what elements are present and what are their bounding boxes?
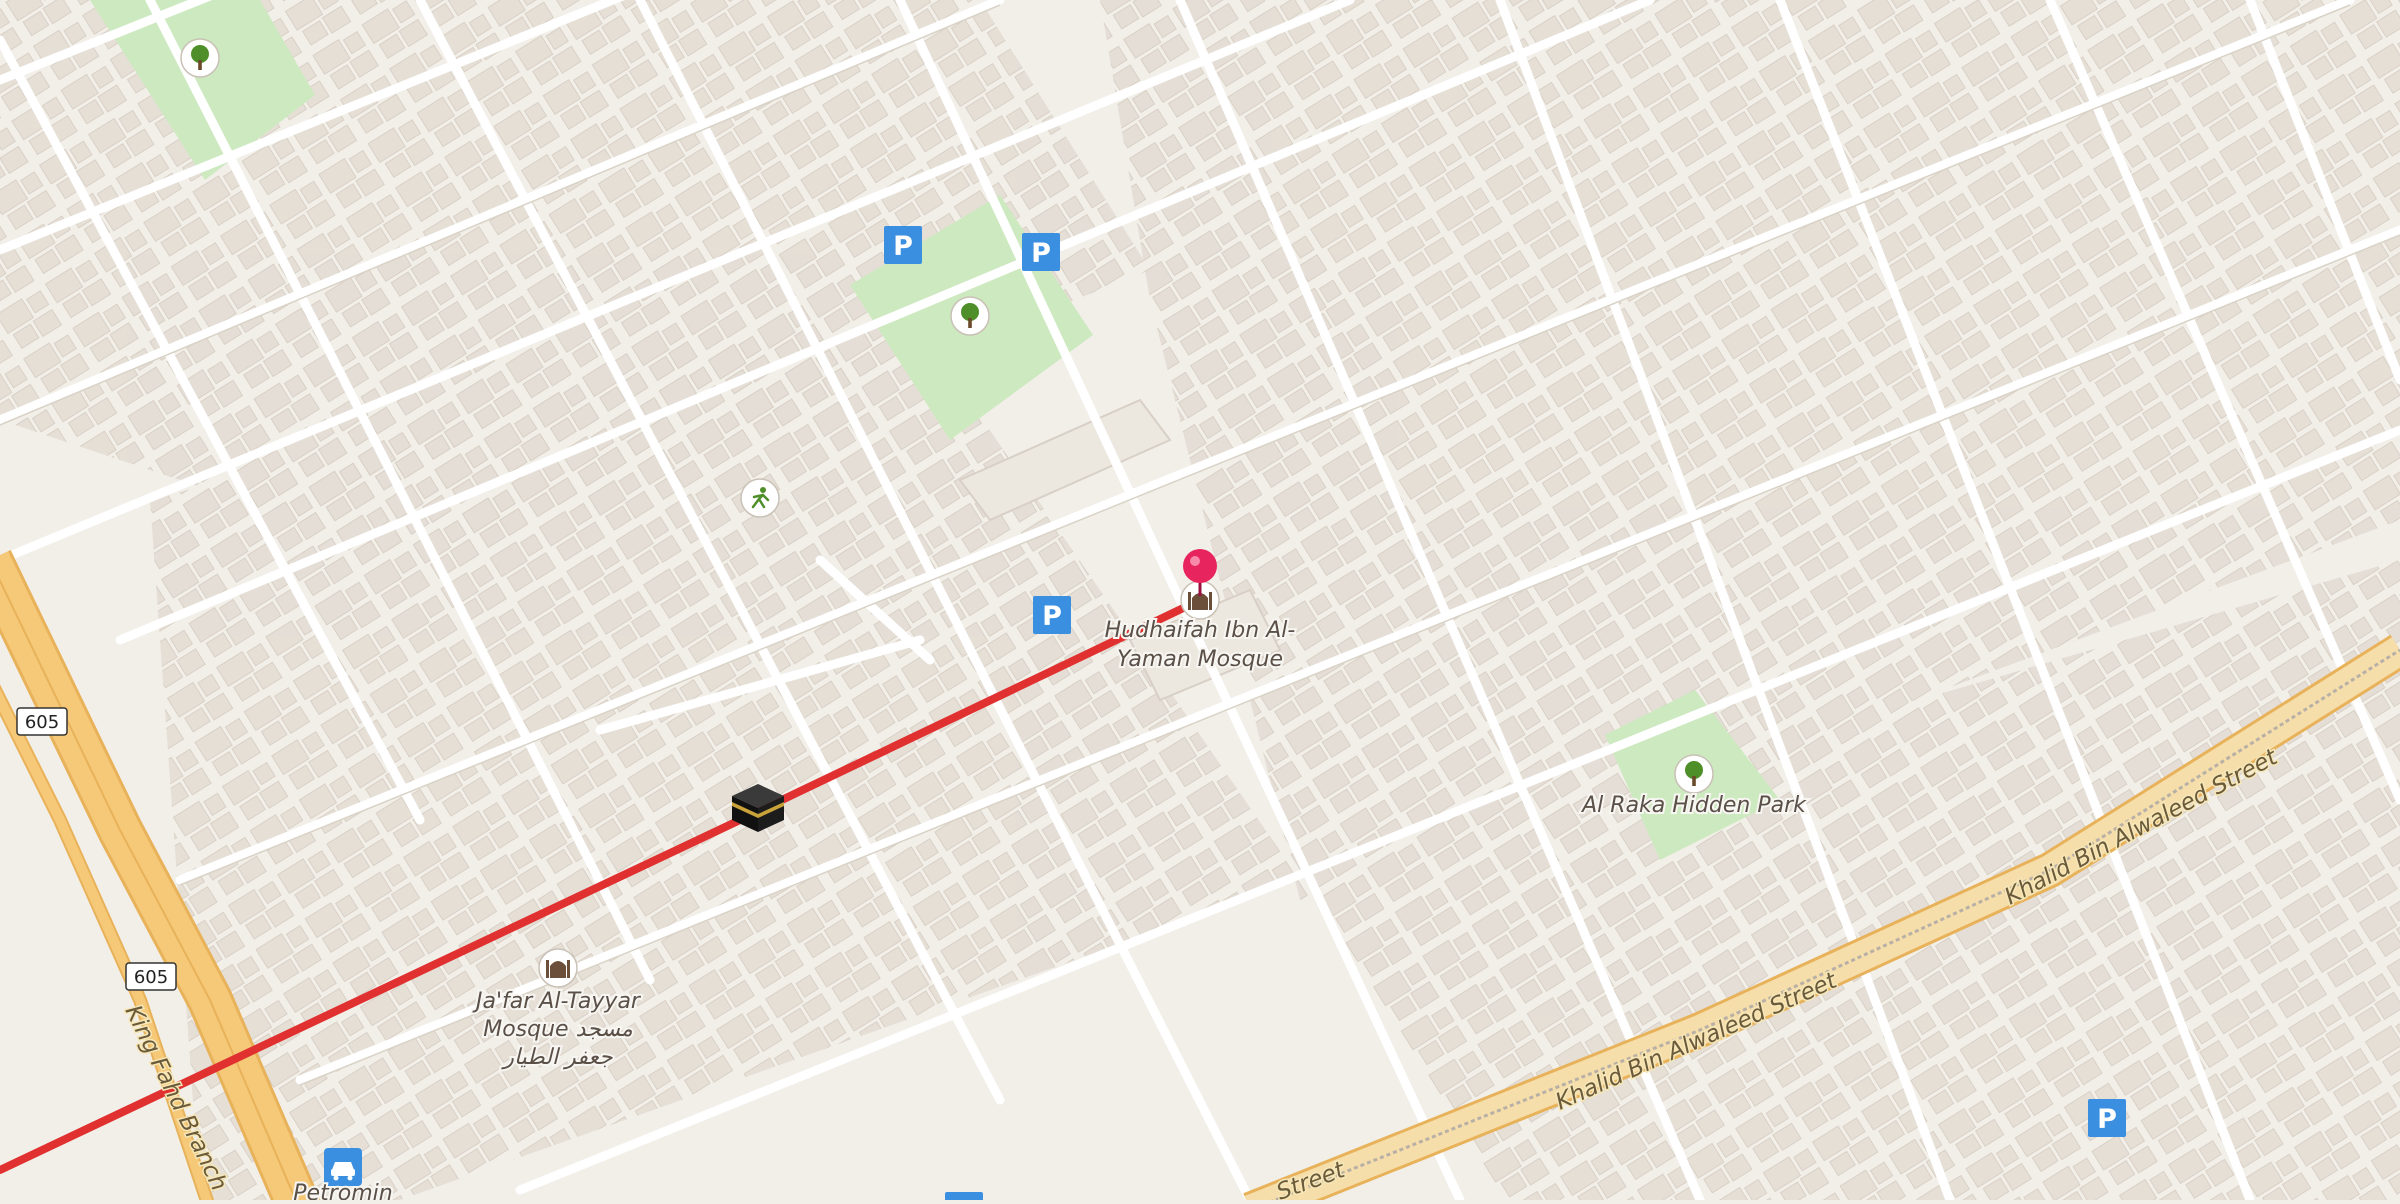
route-shield-605-bottom: 605 bbox=[125, 962, 177, 991]
tree-icon[interactable] bbox=[1674, 754, 1714, 794]
tree-icon[interactable] bbox=[950, 296, 990, 336]
mosque-icon[interactable] bbox=[538, 948, 578, 988]
mosque-second-label-line1: Ja'far Al-Tayyar bbox=[472, 989, 642, 1014]
parking-icon[interactable]: P bbox=[2088, 1099, 2126, 1137]
map-view[interactable]: King Fahd Branch Khalid Bin Alwaleed Str… bbox=[0, 0, 2400, 1204]
parking-icon-partial[interactable] bbox=[945, 1192, 983, 1204]
park-label: Al Raka Hidden Park bbox=[1580, 793, 1807, 818]
running-icon[interactable] bbox=[740, 478, 780, 518]
svg-text:605: 605 bbox=[134, 967, 168, 988]
parking-icon[interactable]: P bbox=[1033, 596, 1071, 634]
svg-text:P: P bbox=[893, 231, 913, 262]
svg-text:P: P bbox=[2097, 1104, 2117, 1135]
petromin-label: Petromin bbox=[293, 1181, 392, 1200]
mosque-main-label-line2: Yaman Mosque bbox=[1117, 647, 1283, 672]
route-shield-605-top: 605 bbox=[16, 707, 68, 736]
mosque-main-label-line1: Hudhaifah Ibn Al- bbox=[1105, 618, 1296, 643]
tree-icon[interactable] bbox=[180, 38, 220, 78]
parking-icon[interactable]: P bbox=[884, 226, 922, 264]
svg-text:605: 605 bbox=[25, 712, 59, 733]
svg-text:P: P bbox=[1042, 601, 1062, 632]
mosque-second-label-line2: Mosque مسجد bbox=[483, 1017, 633, 1042]
mosque-second-label-line3: جعفر الطيار bbox=[500, 1045, 613, 1070]
svg-text:P: P bbox=[1031, 238, 1051, 269]
parking-icon[interactable]: P bbox=[1022, 233, 1060, 271]
